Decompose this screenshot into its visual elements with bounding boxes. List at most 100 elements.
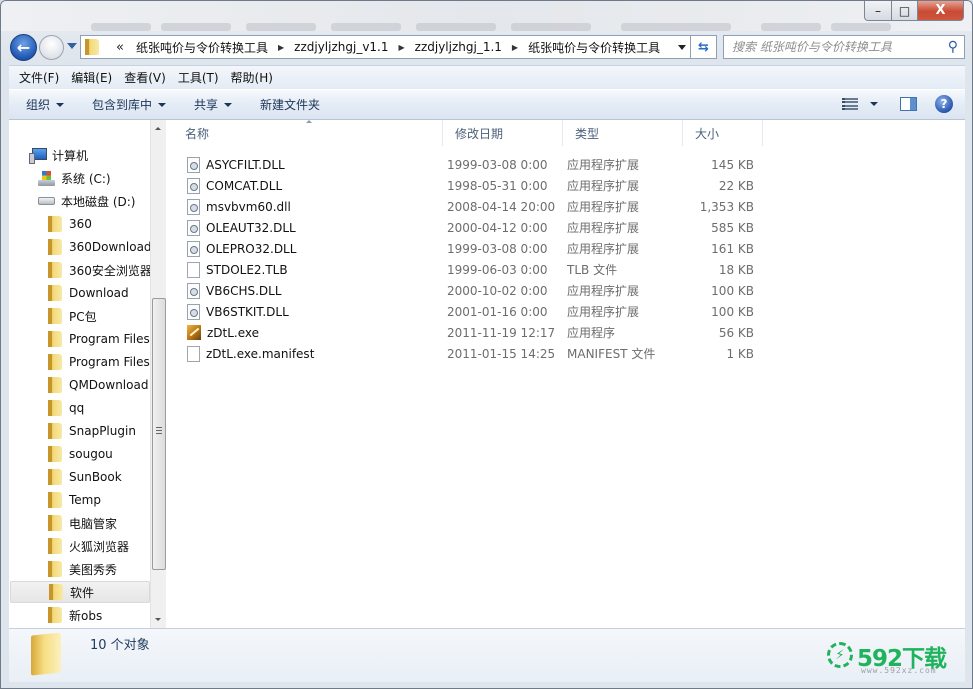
file-size: 100 KB — [711, 304, 754, 319]
dll-file-icon — [187, 240, 200, 257]
column-header-date[interactable]: 修改日期 — [443, 120, 563, 146]
tree-item-label: QMDownload — [69, 378, 149, 392]
folder-icon — [48, 308, 62, 324]
tree-item-label: Temp — [69, 493, 101, 507]
computer-icon — [29, 148, 47, 164]
file-name-text: STDOLE2.TLB — [206, 262, 288, 277]
share-button[interactable]: 共享 — [183, 96, 243, 113]
breadcrumb-separator-icon[interactable]: ▶ — [512, 43, 518, 52]
tree-item-drive-d[interactable]: 本地磁盘 (D:) — [38, 190, 135, 212]
folder-icon — [48, 538, 62, 554]
menu-file[interactable]: 文件(F) — [13, 69, 65, 86]
breadcrumb-separator-icon[interactable]: ▶ — [278, 43, 284, 52]
search-input[interactable] — [732, 40, 942, 54]
forward-button[interactable] — [39, 35, 64, 60]
search-icon[interactable]: ⚲ — [948, 39, 958, 55]
preview-pane-icon[interactable] — [900, 97, 917, 111]
file-row[interactable]: OLEAUT32.DLL 2000-04-12 0:00 应用程序扩展 585 KB — [173, 217, 773, 238]
tree-item-folder[interactable]: 360安全浏览器 — [48, 259, 152, 281]
dll-file-icon — [187, 156, 200, 173]
file-type: 应用程序扩展 — [567, 221, 640, 235]
breadcrumb-separator-icon[interactable]: ▶ — [399, 43, 405, 52]
file-row[interactable]: OLEPRO32.DLL 1999-03-08 0:00 应用程序扩展 161 KB — [173, 238, 773, 259]
scroll-up-icon[interactable] — [155, 127, 161, 130]
tree-item-folder[interactable]: qq — [48, 397, 84, 419]
tree-item-folder[interactable]: PC包 — [48, 305, 97, 327]
item-count: 10 个对象 — [90, 638, 150, 653]
tree-item-folder[interactable]: Program Files — [48, 351, 150, 373]
minimize-button[interactable]: – — [864, 1, 892, 21]
menu-edit[interactable]: 编辑(E) — [65, 69, 118, 86]
include-in-library-button[interactable]: 包含到库中 — [81, 96, 177, 113]
scroll-down-icon[interactable] — [155, 618, 161, 621]
menu-help[interactable]: 帮助(H) — [225, 69, 279, 86]
file-name-text: COMCAT.DLL — [206, 178, 283, 193]
file-date: 1999-03-08 0:00 — [447, 157, 548, 172]
back-button[interactable]: ← — [10, 34, 37, 61]
tree-item-folder[interactable]: SunBook — [48, 466, 122, 488]
column-header-type[interactable]: 类型 — [563, 120, 683, 146]
breadcrumb-item[interactable]: zzdjyljzhgj_1.1 — [415, 40, 502, 54]
file-row[interactable]: VB6CHS.DLL 2000-10-02 0:00 应用程序扩展 100 KB — [173, 280, 773, 301]
recent-pages-dropdown[interactable] — [67, 43, 77, 49]
dll-file-icon — [187, 282, 200, 299]
view-options-dropdown[interactable] — [870, 102, 878, 106]
tree-item-label: 系统 (C:) — [61, 171, 111, 186]
nav-scrollbar[interactable] — [150, 120, 166, 628]
file-name: OLEAUT32.DLL — [187, 219, 296, 236]
breadcrumb-overflow[interactable]: « — [116, 40, 124, 55]
file-name-text: VB6CHS.DLL — [206, 283, 282, 298]
menu-view[interactable]: 查看(V) — [118, 69, 172, 86]
folder-icon — [48, 377, 62, 393]
folder-icon — [48, 469, 62, 485]
refresh-button[interactable]: ⇆ — [691, 35, 717, 59]
tree-item-label: 360 — [69, 217, 92, 231]
tree-item-label: PC包 — [69, 309, 97, 324]
file-row[interactable]: zDtL.exe.manifest 2011-01-15 14:25 MANIFES… — [173, 343, 773, 364]
file-row[interactable]: STDOLE2.TLB 1999-06-03 0:00 TLB 文件 18 KB — [173, 259, 773, 280]
file-row[interactable]: zDtL.exe 2011-11-19 12:17 应用程序 56 KB — [173, 322, 773, 343]
tree-item-drive-c[interactable]: 系统 (C:) — [38, 167, 111, 189]
file-list: 名称 修改日期 类型 大小 ASYCFILT.DLL 1999-03-08 0:0… — [173, 120, 965, 628]
tree-item-folder[interactable]: Download — [48, 282, 129, 304]
file-name-text: ASYCFILT.DLL — [206, 157, 285, 172]
file-row[interactable]: msvbvm60.dll 2008-04-14 20:00 应用程序扩展 1,353 … — [173, 196, 773, 217]
tree-item-folder[interactable]: 新obs — [48, 604, 102, 626]
column-header-size[interactable]: 大小 — [683, 120, 763, 146]
scrollbar-thumb[interactable] — [152, 298, 166, 570]
file-size: 1 KB — [726, 346, 754, 361]
address-bar[interactable]: « 纸张吨价与令价转换工具 ▶ zzdjyljzhgj_v1.1 ▶ zzdjy… — [80, 35, 691, 59]
tree-item-folder[interactable]: 电脑管家 — [48, 512, 117, 534]
breadcrumb-item[interactable]: 纸张吨价与令价转换工具 — [136, 39, 268, 56]
address-dropdown-icon[interactable] — [678, 45, 686, 50]
file-type: 应用程序扩展 — [567, 242, 640, 256]
tree-item-computer[interactable]: 计算机 — [29, 144, 88, 166]
tree-item-label: SnapPlugin — [69, 424, 136, 438]
new-folder-button[interactable]: 新建文件夹 — [249, 96, 331, 113]
file-row[interactable]: VB6STKIT.DLL 2001-01-16 0:00 应用程序扩展 100 KB — [173, 301, 773, 322]
column-header-name[interactable]: 名称 — [173, 120, 443, 146]
breadcrumb-item[interactable]: zzdjyljzhgj_v1.1 — [294, 40, 388, 54]
tree-item-folder[interactable]: sougou — [48, 443, 113, 465]
tree-item-folder[interactable]: SnapPlugin — [48, 420, 136, 442]
tree-item-folder[interactable]: 软件 — [10, 581, 150, 603]
tree-item-folder[interactable]: Program Files — [48, 328, 150, 350]
tree-item-folder[interactable]: 火狐浏览器 — [48, 535, 129, 557]
menu-tools[interactable]: 工具(T) — [172, 69, 225, 86]
file-row[interactable]: ASYCFILT.DLL 1999-03-08 0:00 应用程序扩展 145 KB — [173, 154, 773, 175]
breadcrumb-item[interactable]: 纸张吨价与令价转换工具 — [528, 39, 660, 56]
file-size: 161 KB — [711, 241, 754, 256]
organize-button[interactable]: 组织 — [15, 96, 75, 113]
maximize-button[interactable]: □ — [892, 1, 918, 21]
tree-item-folder[interactable]: 360 — [48, 213, 92, 235]
tree-item-folder[interactable]: Temp — [48, 489, 101, 511]
view-details-icon[interactable] — [842, 98, 858, 110]
tree-item-folder[interactable]: 360Download — [48, 236, 152, 258]
tree-item-folder[interactable]: QMDownload — [48, 374, 148, 396]
close-button[interactable]: X — [918, 1, 964, 21]
column-header-label: 大小 — [695, 126, 720, 141]
file-row[interactable]: COMCAT.DLL 1998-05-31 0:00 应用程序扩展 22 KB — [173, 175, 773, 196]
tree-item-folder[interactable]: 美图秀秀 — [48, 558, 117, 580]
help-icon[interactable]: ? — [935, 95, 953, 113]
system-drive-icon — [38, 170, 55, 186]
